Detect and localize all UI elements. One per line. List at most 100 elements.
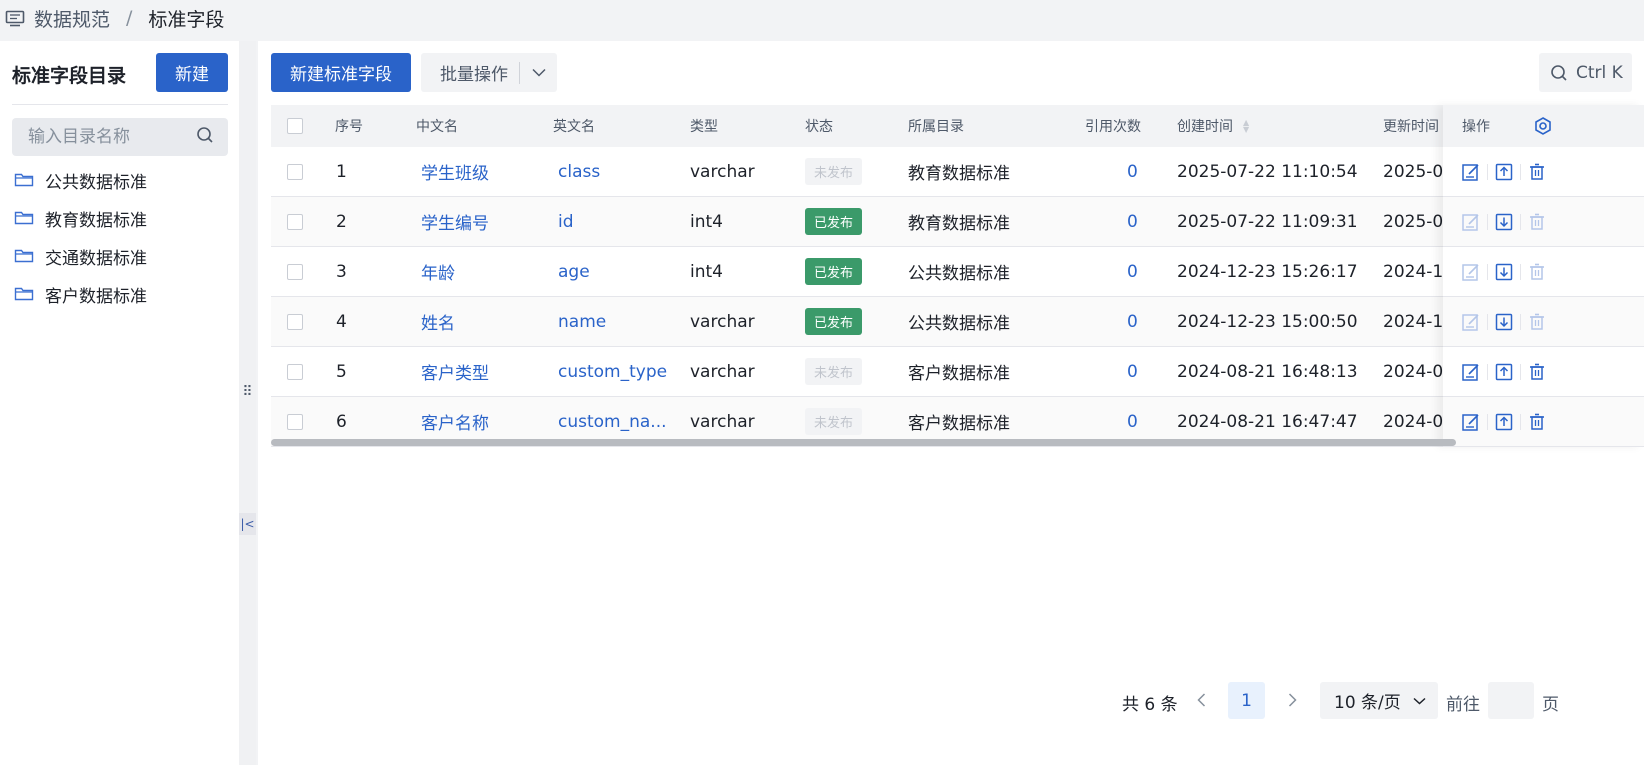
col-directory: 所属目录 — [908, 119, 964, 135]
batch-operations-label: 批量操作 — [440, 65, 508, 85]
status-badge: 已发布 — [805, 208, 863, 235]
status-badge: 未发布 — [805, 408, 863, 435]
cell-directory: 客户数据标准 — [908, 364, 1010, 384]
breadcrumb-current: 标准字段 — [148, 8, 225, 31]
monitor-icon — [4, 9, 26, 27]
publish-icon[interactable] — [1493, 361, 1515, 383]
cell-en-name-link[interactable]: id — [558, 197, 670, 246]
main-panel: 新建标准字段 批量操作 Ctrl K 序号 中文名 英文名 类型 状态 所属目录… — [258, 41, 1644, 765]
unpublish-icon[interactable] — [1493, 211, 1515, 233]
page-number-current[interactable]: 1 — [1228, 682, 1265, 719]
chevron-left-icon[interactable] — [1191, 689, 1211, 711]
new-directory-button[interactable]: 新建 — [156, 53, 228, 92]
col-cn-name: 中文名 — [416, 119, 458, 135]
ops-cell — [1443, 397, 1644, 447]
cell-index: 1 — [336, 161, 347, 182]
cell-created: 2025-07-22 11:10:54 — [1177, 161, 1358, 182]
delete-icon — [1526, 261, 1548, 283]
delete-icon[interactable] — [1526, 411, 1548, 433]
cell-en-name-link[interactable]: name — [558, 297, 670, 346]
breadcrumb-root[interactable]: 数据规范 — [34, 5, 110, 32]
delete-icon[interactable] — [1526, 161, 1548, 183]
cell-created: 2024-12-23 15:00:50 — [1177, 311, 1358, 332]
row-checkbox[interactable] — [287, 347, 303, 396]
status-badge: 已发布 — [805, 258, 863, 285]
tree-item-label: 公共数据标准 — [45, 172, 147, 193]
edit-icon[interactable] — [1460, 161, 1482, 183]
page-size-select[interactable]: 10 条/页 — [1320, 682, 1438, 719]
new-field-button[interactable]: 新建标准字段 — [271, 53, 411, 92]
cell-index: 2 — [336, 211, 347, 232]
ops-cell — [1443, 347, 1644, 397]
cell-updated: 2025-07 — [1383, 161, 1443, 182]
cell-ref-count-link[interactable]: 0 — [1127, 297, 1138, 346]
tree-item-education[interactable]: 教育数据标准 — [14, 199, 229, 237]
page-size-label: 10 条/页 — [1334, 693, 1401, 713]
edit-icon — [1460, 261, 1482, 283]
column-settings-icon[interactable] — [1533, 116, 1553, 140]
folder-icon — [14, 210, 34, 226]
col-created[interactable]: 创建时间 ▲ ▼ — [1177, 105, 1249, 147]
cell-ref-count-link[interactable]: 0 — [1127, 247, 1138, 296]
cell-cn-name-link[interactable]: 年龄 — [421, 247, 455, 296]
chevron-down-icon[interactable] — [520, 68, 557, 77]
row-checkbox[interactable] — [287, 197, 303, 246]
cell-cn-name-link[interactable]: 客户类型 — [421, 347, 489, 396]
cell-en-name-link[interactable]: age — [558, 247, 670, 296]
cell-status: 未发布 — [805, 147, 863, 196]
cell-en-name-link[interactable]: class — [558, 147, 670, 196]
cell-status: 已发布 — [805, 247, 863, 296]
drag-handle-icon[interactable]: ⠿ — [239, 384, 256, 404]
unpublish-icon[interactable] — [1493, 311, 1515, 333]
unpublish-icon[interactable] — [1493, 261, 1515, 283]
collapse-icon[interactable]: |< — [239, 513, 256, 535]
search-icon[interactable] — [196, 126, 214, 148]
status-badge: 已发布 — [805, 308, 863, 335]
global-search-button[interactable]: Ctrl K — [1539, 53, 1632, 92]
select-all-checkbox[interactable] — [287, 105, 303, 147]
directory-search-input[interactable] — [28, 127, 196, 147]
cell-status: 已发布 — [805, 197, 863, 246]
panel-splitter[interactable]: ⠿ |< — [239, 41, 256, 765]
tree-item-label: 交通数据标准 — [45, 248, 147, 269]
cell-cn-name-link[interactable]: 姓名 — [421, 297, 455, 346]
cell-directory: 公共数据标准 — [908, 314, 1010, 334]
chevron-right-icon[interactable] — [1282, 689, 1302, 711]
sort-icon[interactable]: ▲ ▼ — [1243, 119, 1249, 134]
col-updated: 更新时间 — [1383, 119, 1439, 135]
tree-item-label: 客户数据标准 — [45, 286, 147, 307]
delete-icon[interactable] — [1526, 361, 1548, 383]
ops-header: 操作 — [1443, 105, 1644, 147]
row-checkbox[interactable] — [287, 147, 303, 196]
cell-created: 2024-08-21 16:48:13 — [1177, 361, 1358, 382]
cell-type: varchar — [690, 161, 755, 182]
cell-index: 4 — [336, 311, 347, 332]
tree-item-customer[interactable]: 客户数据标准 — [14, 275, 229, 313]
cell-ref-count-link[interactable]: 0 — [1127, 147, 1138, 196]
row-checkbox[interactable] — [287, 247, 303, 296]
cell-ref-count-link[interactable]: 0 — [1127, 197, 1138, 246]
tree-item-public[interactable]: 公共数据标准 — [14, 161, 229, 199]
cell-status: 已发布 — [805, 297, 863, 346]
horizontal-scrollbar[interactable] — [271, 439, 1456, 446]
cell-cn-name-link[interactable]: 学生编号 — [421, 197, 489, 246]
cell-directory: 公共数据标准 — [908, 264, 1010, 284]
cell-ref-count-link[interactable]: 0 — [1127, 347, 1138, 396]
tree-item-transport[interactable]: 交通数据标准 — [14, 237, 229, 275]
edit-icon[interactable] — [1460, 411, 1482, 433]
cell-updated: 2024-12 — [1383, 261, 1443, 282]
cell-en-name-link[interactable]: custom_type — [558, 347, 670, 396]
standard-fields-table: 序号 中文名 英文名 类型 状态 所属目录 引用次数 创建时间 ▲ ▼ 更新时间 … — [271, 105, 1644, 447]
publish-icon[interactable] — [1493, 411, 1515, 433]
col-index: 序号 — [335, 119, 363, 135]
status-badge: 未发布 — [805, 158, 863, 185]
publish-icon[interactable] — [1493, 161, 1515, 183]
edit-icon[interactable] — [1460, 361, 1482, 383]
ops-cell — [1443, 197, 1644, 247]
breadcrumb-separator: / — [126, 7, 133, 29]
cell-cn-name-link[interactable]: 学生班级 — [421, 147, 489, 196]
row-checkbox[interactable] — [287, 297, 303, 346]
goto-page-input[interactable] — [1488, 682, 1534, 719]
batch-operations-dropdown[interactable]: 批量操作 — [421, 53, 557, 92]
ops-cell — [1443, 297, 1644, 347]
